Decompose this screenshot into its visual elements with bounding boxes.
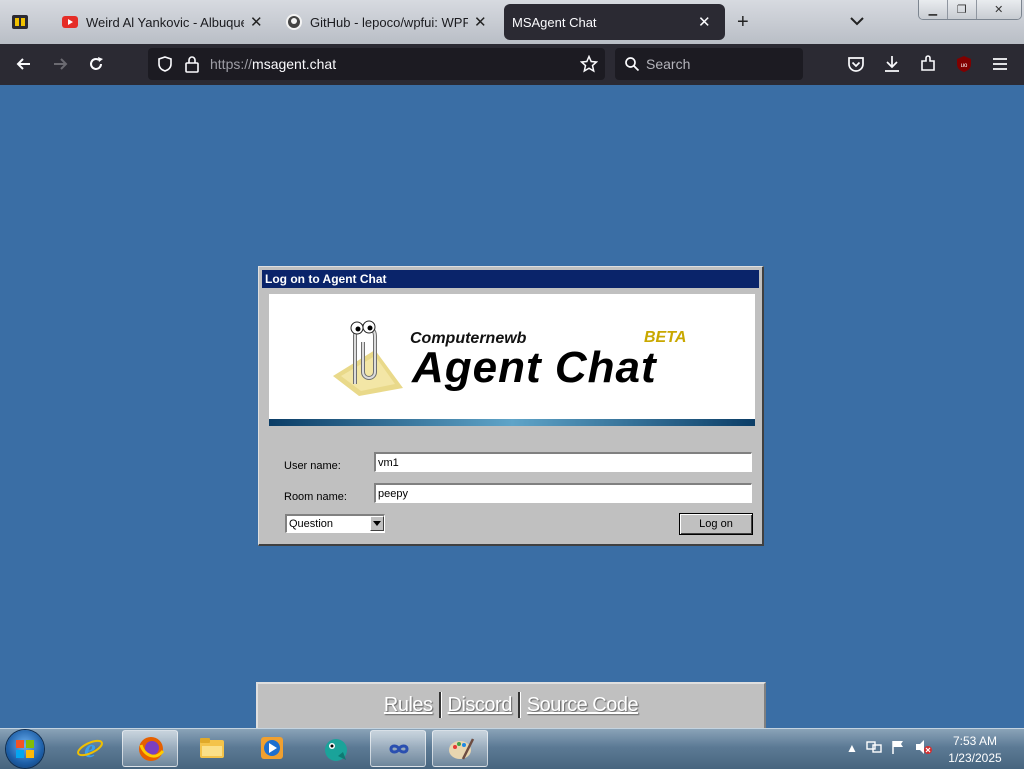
show-hidden-icons-icon[interactable]: ▲ xyxy=(846,741,858,755)
browser-toolbar: https://msagent.chat Search uo xyxy=(0,44,1024,85)
taskbar-agent[interactable] xyxy=(308,730,364,767)
youtube-icon xyxy=(62,16,78,28)
svg-text:uo: uo xyxy=(961,63,968,69)
agent-icon xyxy=(325,739,347,761)
close-tab-icon[interactable]: ✕ xyxy=(474,13,487,31)
start-button[interactable] xyxy=(6,730,44,768)
agent-chat-banner: Computernewb BETA Agent Chat xyxy=(269,294,755,426)
svg-text:e: e xyxy=(84,734,96,762)
new-tab-button[interactable]: + xyxy=(737,11,749,34)
clock-date: 1/23/2025 xyxy=(948,751,1002,765)
taskbar-explorer[interactable] xyxy=(184,730,240,767)
paint-icon xyxy=(449,738,475,760)
url-scheme: https:// xyxy=(210,56,253,72)
network-icon[interactable] xyxy=(866,739,882,755)
dropdown-arrow-icon[interactable] xyxy=(370,516,384,531)
taskbar-infinity-app[interactable] xyxy=(370,730,426,767)
taskbar-ie[interactable]: e xyxy=(62,730,118,767)
extensions-icon[interactable] xyxy=(918,54,938,74)
browser-tab-bar: Weird Al Yankovic - Albuquerque ✕ GitHub… xyxy=(0,0,1024,44)
menu-icon[interactable] xyxy=(990,54,1010,74)
tab-title: Weird Al Yankovic - Albuquerque xyxy=(86,14,244,30)
tab-title: GitHub - lepoco/wpfui: WPF UI xyxy=(310,14,468,30)
rules-link[interactable]: Rules xyxy=(384,694,433,717)
footer-separator xyxy=(438,692,442,718)
bookmark-star-icon[interactable] xyxy=(580,55,598,73)
dialog-title: Log on to Agent Chat xyxy=(262,270,759,288)
downloads-icon[interactable] xyxy=(882,54,902,74)
close-tab-icon[interactable]: ✕ xyxy=(250,13,263,31)
infinity-icon xyxy=(389,744,409,754)
volume-muted-icon[interactable] xyxy=(914,739,932,755)
media-player-icon xyxy=(261,737,283,759)
url-host: msagent.chat xyxy=(252,56,337,72)
firefox-view-icon[interactable] xyxy=(8,10,32,34)
source-code-link[interactable]: Source Code xyxy=(527,694,639,717)
username-label: User name: xyxy=(284,460,341,472)
tab-weird-al[interactable]: Weird Al Yankovic - Albuquerque ✕ xyxy=(56,4,274,40)
taskbar-paint[interactable] xyxy=(432,730,488,767)
taskbar-firefox[interactable] xyxy=(122,730,178,767)
banner-divider xyxy=(269,419,755,426)
agent-select[interactable]: Question xyxy=(285,514,385,533)
footer-separator xyxy=(517,692,521,718)
tab-title: MSAgent Chat xyxy=(512,14,597,30)
agent-select-value: Question xyxy=(289,518,334,530)
firefox-icon xyxy=(139,737,165,761)
reload-icon[interactable] xyxy=(86,54,106,74)
footer-links: Rules Discord Source Code xyxy=(256,682,766,728)
roomname-input[interactable] xyxy=(374,483,752,503)
search-icon xyxy=(625,57,640,72)
windows-taskbar: e ▲ 7:53 AM 1/23/2025 xyxy=(0,728,1024,769)
logon-dialog: Log on to Agent Chat Computernewb BETA A… xyxy=(258,266,764,546)
discord-link[interactable]: Discord xyxy=(448,694,513,717)
logon-button[interactable]: Log on xyxy=(679,513,753,535)
chevron-down-icon[interactable] xyxy=(848,12,866,30)
file-explorer-icon xyxy=(200,738,224,758)
github-icon xyxy=(286,14,302,30)
forward-icon[interactable] xyxy=(50,54,70,74)
tab-msagent-chat[interactable]: MSAgent Chat ✕ xyxy=(504,4,725,40)
taskbar-clock[interactable]: 7:53 AM 1/23/2025 xyxy=(940,733,1010,767)
url-text[interactable]: https://msagent.chat xyxy=(210,56,336,72)
action-center-flag-icon[interactable] xyxy=(890,739,906,755)
windows-logo-icon xyxy=(16,740,34,758)
username-input[interactable] xyxy=(374,452,752,472)
pocket-icon[interactable] xyxy=(846,54,866,74)
search-box[interactable]: Search xyxy=(615,48,803,80)
shield-icon[interactable] xyxy=(156,55,174,73)
minimize-button[interactable]: ▁ xyxy=(919,0,948,19)
back-icon[interactable] xyxy=(14,54,34,74)
window-controls: ▁ ❐ ✕ xyxy=(918,0,1022,20)
internet-explorer-icon: e xyxy=(77,734,103,762)
close-tab-icon[interactable]: ✕ xyxy=(698,13,711,31)
ublock-origin-icon[interactable]: uo xyxy=(954,54,974,74)
clock-time: 7:53 AM xyxy=(952,734,998,748)
banner-title: Agent Chat xyxy=(412,343,657,392)
lock-icon[interactable] xyxy=(184,55,200,73)
clippy-icon xyxy=(333,320,403,396)
search-placeholder: Search xyxy=(646,56,691,72)
taskbar-media-player[interactable] xyxy=(244,730,300,767)
roomname-label: Room name: xyxy=(284,491,347,503)
restore-button[interactable]: ❐ xyxy=(947,0,977,19)
url-bar[interactable]: https://msagent.chat xyxy=(148,48,605,80)
tab-github[interactable]: GitHub - lepoco/wpfui: WPF UI ✕ xyxy=(280,4,498,40)
close-window-button[interactable]: ✕ xyxy=(976,0,1021,19)
